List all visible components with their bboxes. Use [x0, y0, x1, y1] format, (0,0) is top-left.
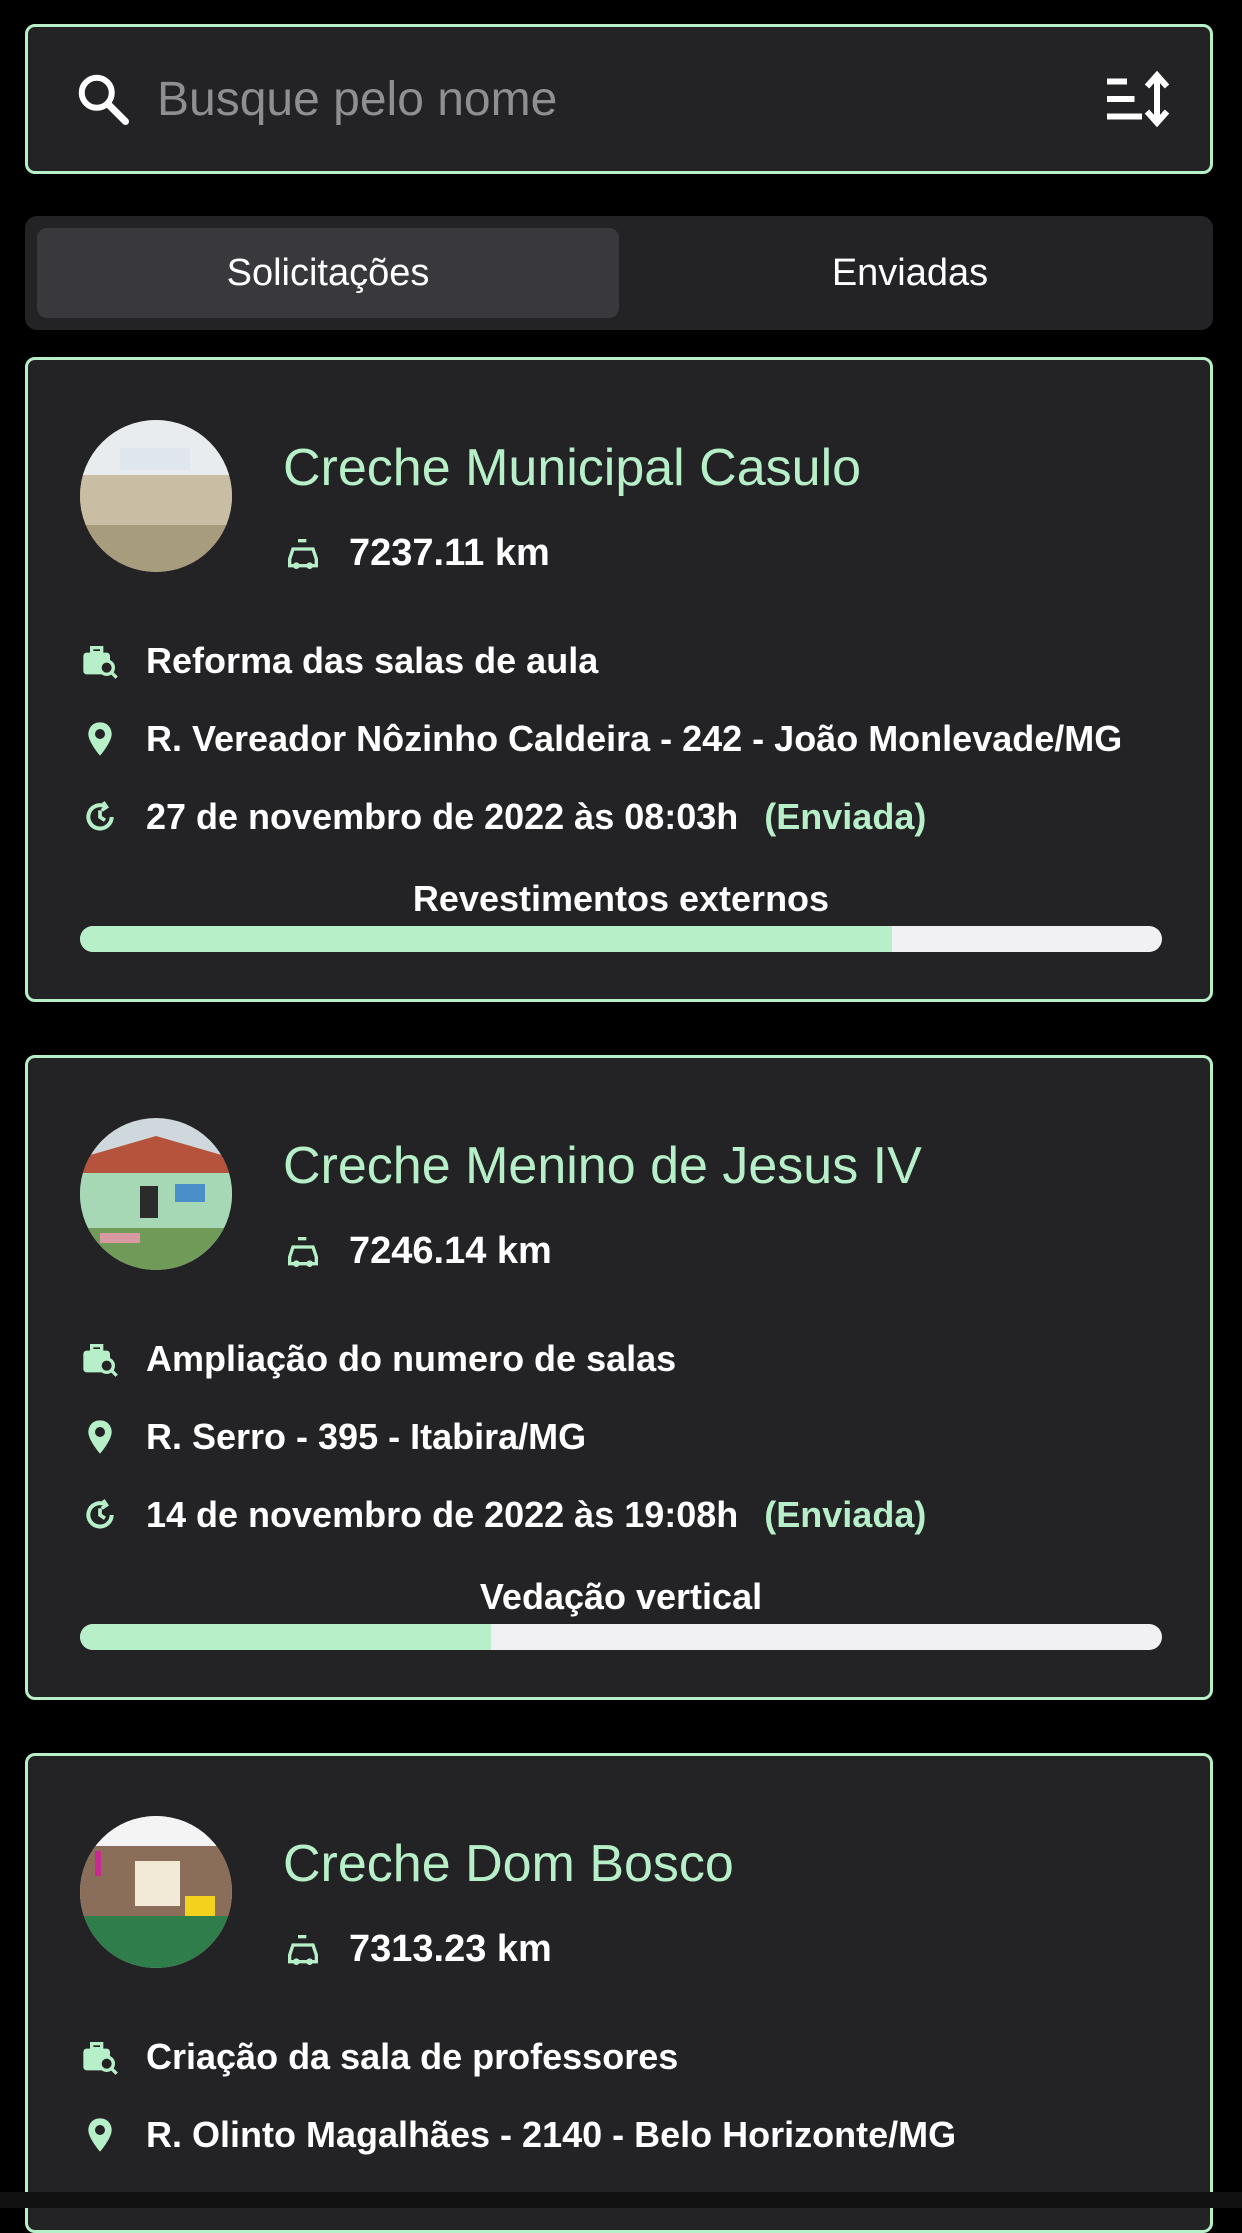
project-name: Reforma das salas de aula: [146, 640, 599, 681]
school-name: Creche Menino de Jesus IV: [283, 1137, 922, 1195]
tab-solicitacoes[interactable]: Solicitações: [37, 228, 619, 318]
school-photo: [80, 1816, 232, 1968]
progress-fill: [80, 926, 892, 952]
school-photo: [80, 420, 232, 572]
school-card[interactable]: Creche Menino de Jesus IV 7246.14 km Amp…: [25, 1055, 1213, 1700]
school-card[interactable]: Creche Municipal Casulo 7237.11 km Refor…: [25, 357, 1213, 1002]
project-name: Ampliação do numero de salas: [146, 1338, 677, 1379]
date-row: 14 de novembro de 2022 às 19:08h (Enviad…: [80, 1494, 926, 1536]
school-name: Creche Municipal Casulo: [283, 439, 862, 497]
distance-value: 7313.23 km: [349, 1928, 552, 1970]
tab-enviadas[interactable]: Enviadas: [619, 228, 1201, 318]
briefcase-search-icon: [83, 2042, 118, 2075]
school-photo: [80, 1118, 232, 1270]
progress-fill: [80, 1624, 492, 1650]
segmented-tabs: Solicitações Enviadas: [25, 216, 1213, 330]
distance: 7237.11 km: [283, 532, 550, 575]
school-card[interactable]: Creche Dom Bosco 7313.23 km Criação da s…: [25, 1753, 1213, 2233]
distance: 7313.23 km: [283, 1928, 552, 1971]
address-row: R. Olinto Magalhães - 2140 - Belo Horizo…: [80, 2114, 956, 2156]
address: R. Olinto Magalhães - 2140 - Belo Horizo…: [146, 2114, 957, 2155]
car-icon: [288, 538, 318, 569]
address: R. Serro - 395 - Itabira/MG: [146, 1416, 587, 1457]
status-label: (Enviada): [764, 1494, 927, 1535]
distance: 7246.14 km: [283, 1230, 552, 1273]
clock-history-icon: [86, 1499, 114, 1529]
sort-icon[interactable]: [1102, 69, 1172, 129]
progress-bar: [80, 926, 1162, 952]
date: 27 de novembro de 2022 às 08:03h: [146, 796, 739, 837]
car-icon: [288, 1934, 318, 1965]
car-icon: [288, 1236, 318, 1267]
search-icon: [78, 74, 129, 125]
distance-value: 7246.14 km: [349, 1230, 552, 1272]
stage-label: Revestimentos externos: [412, 878, 830, 919]
clock-history-icon: [86, 801, 114, 831]
progress-bar: [80, 1624, 1162, 1650]
map-pin-icon: [88, 1420, 112, 1454]
bottom-edge: [0, 2192, 1242, 2208]
stage-label: Vedação vertical: [479, 1576, 763, 1617]
status-label: (Enviada): [764, 796, 927, 837]
project-row: Reforma das salas de aula: [80, 640, 598, 682]
map-pin-icon: [88, 722, 112, 756]
search-input[interactable]: [155, 70, 1102, 128]
map-pin-icon: [88, 2118, 112, 2152]
project-row: Ampliação do numero de salas: [80, 1338, 676, 1380]
address: R. Vereador Nôzinho Caldeira - 242 - Joã…: [146, 718, 1123, 759]
search-bar[interactable]: [25, 24, 1213, 174]
address-row: R. Serro - 395 - Itabira/MG: [80, 1416, 586, 1458]
project-name: Criação da sala de professores: [146, 2036, 679, 2077]
address-row: R. Vereador Nôzinho Caldeira - 242 - Joã…: [80, 718, 1122, 760]
project-row: Criação da sala de professores: [80, 2036, 678, 2078]
distance-value: 7237.11 km: [349, 532, 550, 574]
briefcase-search-icon: [83, 1344, 118, 1377]
date: 14 de novembro de 2022 às 19:08h: [146, 1494, 739, 1535]
date-row: 27 de novembro de 2022 às 08:03h (Enviad…: [80, 796, 926, 838]
school-name: Creche Dom Bosco: [283, 1835, 734, 1893]
briefcase-search-icon: [83, 646, 118, 679]
